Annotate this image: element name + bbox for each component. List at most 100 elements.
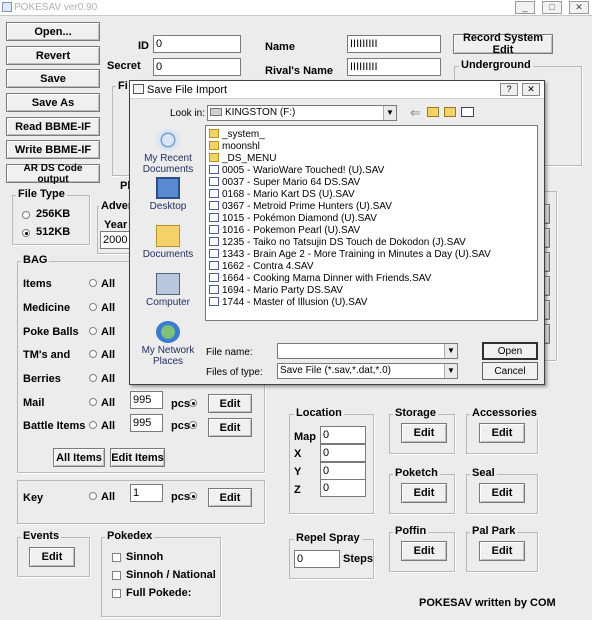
write-bbme-button[interactable]: Write BBME-IF (6, 140, 100, 159)
file-row[interactable]: 1016 - Pokemon Pearl (U).SAV (209, 225, 360, 237)
lookin-combo[interactable]: KINGSTON (F:) ▼ (207, 105, 397, 121)
file-row[interactable]: 0005 - WarioWare Touched! (U).SAV (209, 165, 384, 177)
bag-all-radio[interactable] (89, 279, 97, 287)
revert-button[interactable]: Revert (6, 46, 100, 65)
file-row[interactable]: 0367 - Metroid Prime Hunters (U).SAV (209, 201, 392, 213)
sinnoh-national-checkbox[interactable] (112, 571, 121, 580)
save-button[interactable]: Save (6, 69, 100, 88)
place-recent[interactable]: My Recent Documents (136, 129, 200, 175)
pcs-radio[interactable] (189, 492, 197, 500)
back-icon[interactable]: ⇐ (410, 105, 421, 121)
file-row[interactable]: 1744 - Master of Illusion (U).SAV (209, 297, 367, 309)
pcs-label: pcs (171, 420, 190, 432)
full-pokedex-checkbox[interactable] (112, 589, 121, 598)
filename-combo[interactable]: ▼ (277, 343, 458, 359)
map-field[interactable]: 0 (320, 426, 366, 444)
file-name: 1662 - Contra 4.SAV (222, 261, 314, 272)
cancel-dialog-button[interactable]: Cancel (482, 362, 538, 380)
file-row[interactable]: 1662 - Contra 4.SAV (209, 261, 314, 273)
file-row[interactable]: 1664 - Cooking Mama Dinner with Friends.… (209, 273, 431, 285)
chevron-down-icon[interactable]: ▼ (444, 364, 457, 378)
file-list[interactable]: _system_ moonshl _DS_MENU 0005 - WarioWa… (205, 125, 538, 321)
folder-row[interactable]: _system_ (209, 129, 265, 141)
chevron-down-icon[interactable]: ▼ (383, 106, 396, 120)
x-field[interactable]: 0 (320, 444, 366, 462)
file-row[interactable]: 1235 - Taiko no Tatsujin DS Touch de Dok… (209, 237, 466, 249)
bag-all-radio[interactable] (89, 374, 97, 382)
folder-icon (209, 129, 219, 138)
bag-all-label: All (101, 302, 116, 314)
open-dialog-button[interactable]: Open (482, 342, 538, 360)
file-icon (209, 189, 219, 198)
key-all-radio[interactable] (89, 492, 97, 500)
bag-all-radio[interactable] (89, 303, 97, 311)
dialog-close-button[interactable]: ✕ (522, 83, 540, 96)
radio-256kb[interactable] (22, 211, 30, 219)
bag-all-radio[interactable] (89, 327, 97, 335)
dialog-help-button[interactable]: ? (500, 83, 518, 96)
secret-field[interactable]: 0 (153, 58, 241, 76)
fi-title: Fi (116, 80, 130, 92)
sinnoh-checkbox[interactable] (112, 553, 121, 562)
key-qty-field[interactable]: 1 (130, 484, 163, 502)
filetype-combo[interactable]: Save File (*.sav,*.dat,*.0) ▼ (277, 363, 458, 379)
id-field[interactable]: 0 (153, 35, 241, 53)
mail-edit-button[interactable]: Edit (208, 394, 252, 413)
y-field[interactable]: 0 (320, 462, 366, 480)
battle-edit-button[interactable]: Edit (208, 418, 252, 437)
file-row[interactable]: 1015 - Pokémon Diamond (U).SAV (209, 213, 377, 225)
all-items-button[interactable]: All Items (53, 448, 105, 467)
window-titlebar: POKESAV ver0.90 _ □ ✕ (0, 0, 592, 16)
key-edit-button[interactable]: Edit (208, 488, 252, 507)
file-icon (209, 249, 219, 258)
mail-qty-field[interactable]: 995 (130, 391, 163, 409)
bag-all-radio[interactable] (89, 421, 97, 429)
poketch-edit-button[interactable]: Edit (401, 483, 447, 503)
folder-row[interactable]: _DS_MENU (209, 153, 276, 165)
minimize-button[interactable]: _ (515, 1, 535, 14)
read-bbme-button[interactable]: Read BBME-IF (6, 117, 100, 136)
events-edit-button[interactable]: Edit (29, 547, 75, 567)
place-computer[interactable]: Computer (136, 273, 200, 308)
pcs-radio[interactable] (189, 421, 197, 429)
year-field[interactable]: 2000 (100, 231, 132, 249)
z-field[interactable]: 0 (320, 479, 366, 497)
battle-qty-field[interactable]: 995 (130, 414, 163, 432)
name-field[interactable]: IIIIIIIII (347, 35, 441, 53)
file-row[interactable]: 1343 - Brain Age 2 - More Training in Mi… (209, 249, 491, 261)
bag-all-radio[interactable] (89, 398, 97, 406)
file-row[interactable]: 0168 - Mario Kart DS (U).SAV (209, 189, 355, 201)
new-folder-icon[interactable] (444, 107, 456, 117)
accessories-edit-button[interactable]: Edit (479, 423, 525, 443)
credit-label: POKESAV written by COM (419, 597, 556, 609)
up-folder-icon[interactable] (427, 107, 439, 117)
view-menu-icon[interactable] (461, 107, 474, 117)
palpark-edit-button[interactable]: Edit (479, 541, 525, 561)
pcs-radio[interactable] (189, 399, 197, 407)
filetype-label: Files of type: (206, 367, 263, 378)
ar-ds-code-button[interactable]: AR DS Code output (6, 163, 100, 185)
save-as-button[interactable]: Save As (6, 93, 100, 112)
maximize-button[interactable]: □ (542, 1, 562, 14)
bag-all-radio[interactable] (89, 350, 97, 358)
repel-field[interactable]: 0 (294, 550, 340, 568)
bag-all-label: All (101, 278, 116, 290)
folder-row[interactable]: moonshl (209, 141, 260, 153)
rival-name-field[interactable]: IIIIIIIII (347, 58, 441, 76)
file-row[interactable]: 0037 - Super Mario 64 DS.SAV (209, 177, 360, 189)
place-label: My Network Places (141, 345, 195, 367)
file-name: 1235 - Taiko no Tatsujin DS Touch de Dok… (222, 237, 466, 248)
record-system-edit-button[interactable]: Record System Edit (453, 32, 553, 56)
seal-edit-button[interactable]: Edit (479, 483, 525, 503)
storage-edit-button[interactable]: Edit (401, 423, 447, 443)
place-network[interactable]: My Network Places (136, 321, 200, 367)
chevron-down-icon[interactable]: ▼ (444, 344, 457, 358)
file-row[interactable]: 1694 - Mario Party DS.SAV (209, 285, 343, 297)
radio-512kb[interactable] (22, 229, 30, 237)
edit-items-button[interactable]: Edit Items (110, 448, 165, 467)
place-desktop[interactable]: Desktop (136, 177, 200, 212)
place-documents[interactable]: Documents (136, 225, 200, 260)
poffin-edit-button[interactable]: Edit (401, 541, 447, 561)
close-button[interactable]: ✕ (569, 1, 589, 14)
open-button[interactable]: Open... (6, 22, 100, 41)
